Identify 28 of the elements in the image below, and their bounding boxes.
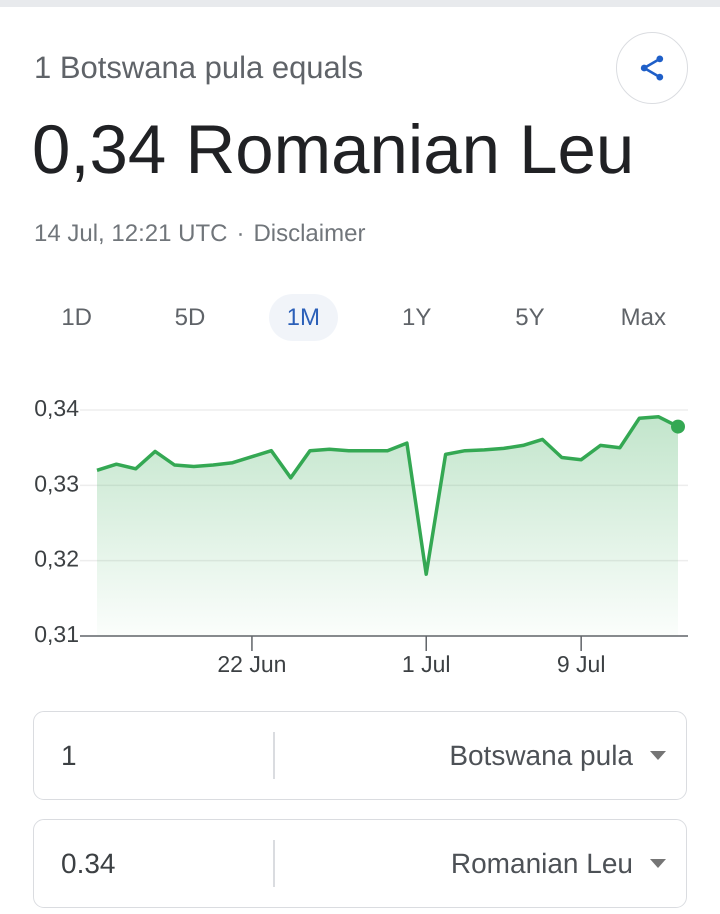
y-axis-label: 0,31 [34,621,79,648]
x-axis-label: 1 Jul [402,651,451,678]
y-axis-label: 0,33 [34,470,79,496]
disclaimer-link[interactable]: Disclaimer [253,218,366,250]
x-axis-label: 9 Jul [556,651,606,678]
converter-field[interactable]: 1 Botswana pula [33,711,687,800]
range-tab[interactable]: 5D [155,294,224,341]
y-axis-label: 0,34 [34,395,79,422]
caret-icon [650,751,666,760]
range-tab[interactable]: Max [606,294,680,341]
conversion-label: 1 Botswana pula equals [34,50,364,86]
y-axis-label: 0,32 [34,546,79,572]
range-tab[interactable]: 1D [42,294,112,341]
range-tab[interactable]: 1Y [382,294,452,341]
caret-icon [650,859,666,868]
share-icon [639,55,665,81]
range-tab[interactable]: 5Y [495,294,564,341]
converter-field[interactable]: 0.34 Romanian Leu [33,819,687,908]
currency-select[interactable]: Botswana pula [274,712,686,799]
amount-input[interactable]: 0.34 [34,820,273,907]
range-tab[interactable]: 1M [268,294,338,341]
amount-input[interactable]: 1 [34,712,273,799]
currency-select[interactable]: Romanian Leu [274,820,686,907]
separator: · [236,219,244,249]
x-axis-label: 22 Jun [217,651,286,678]
endpoint-dot-icon [671,420,685,434]
result-value: 0,34 Romanian Leu [32,110,634,190]
timestamp: 14 Jul, 12:21 UTC [34,219,228,249]
